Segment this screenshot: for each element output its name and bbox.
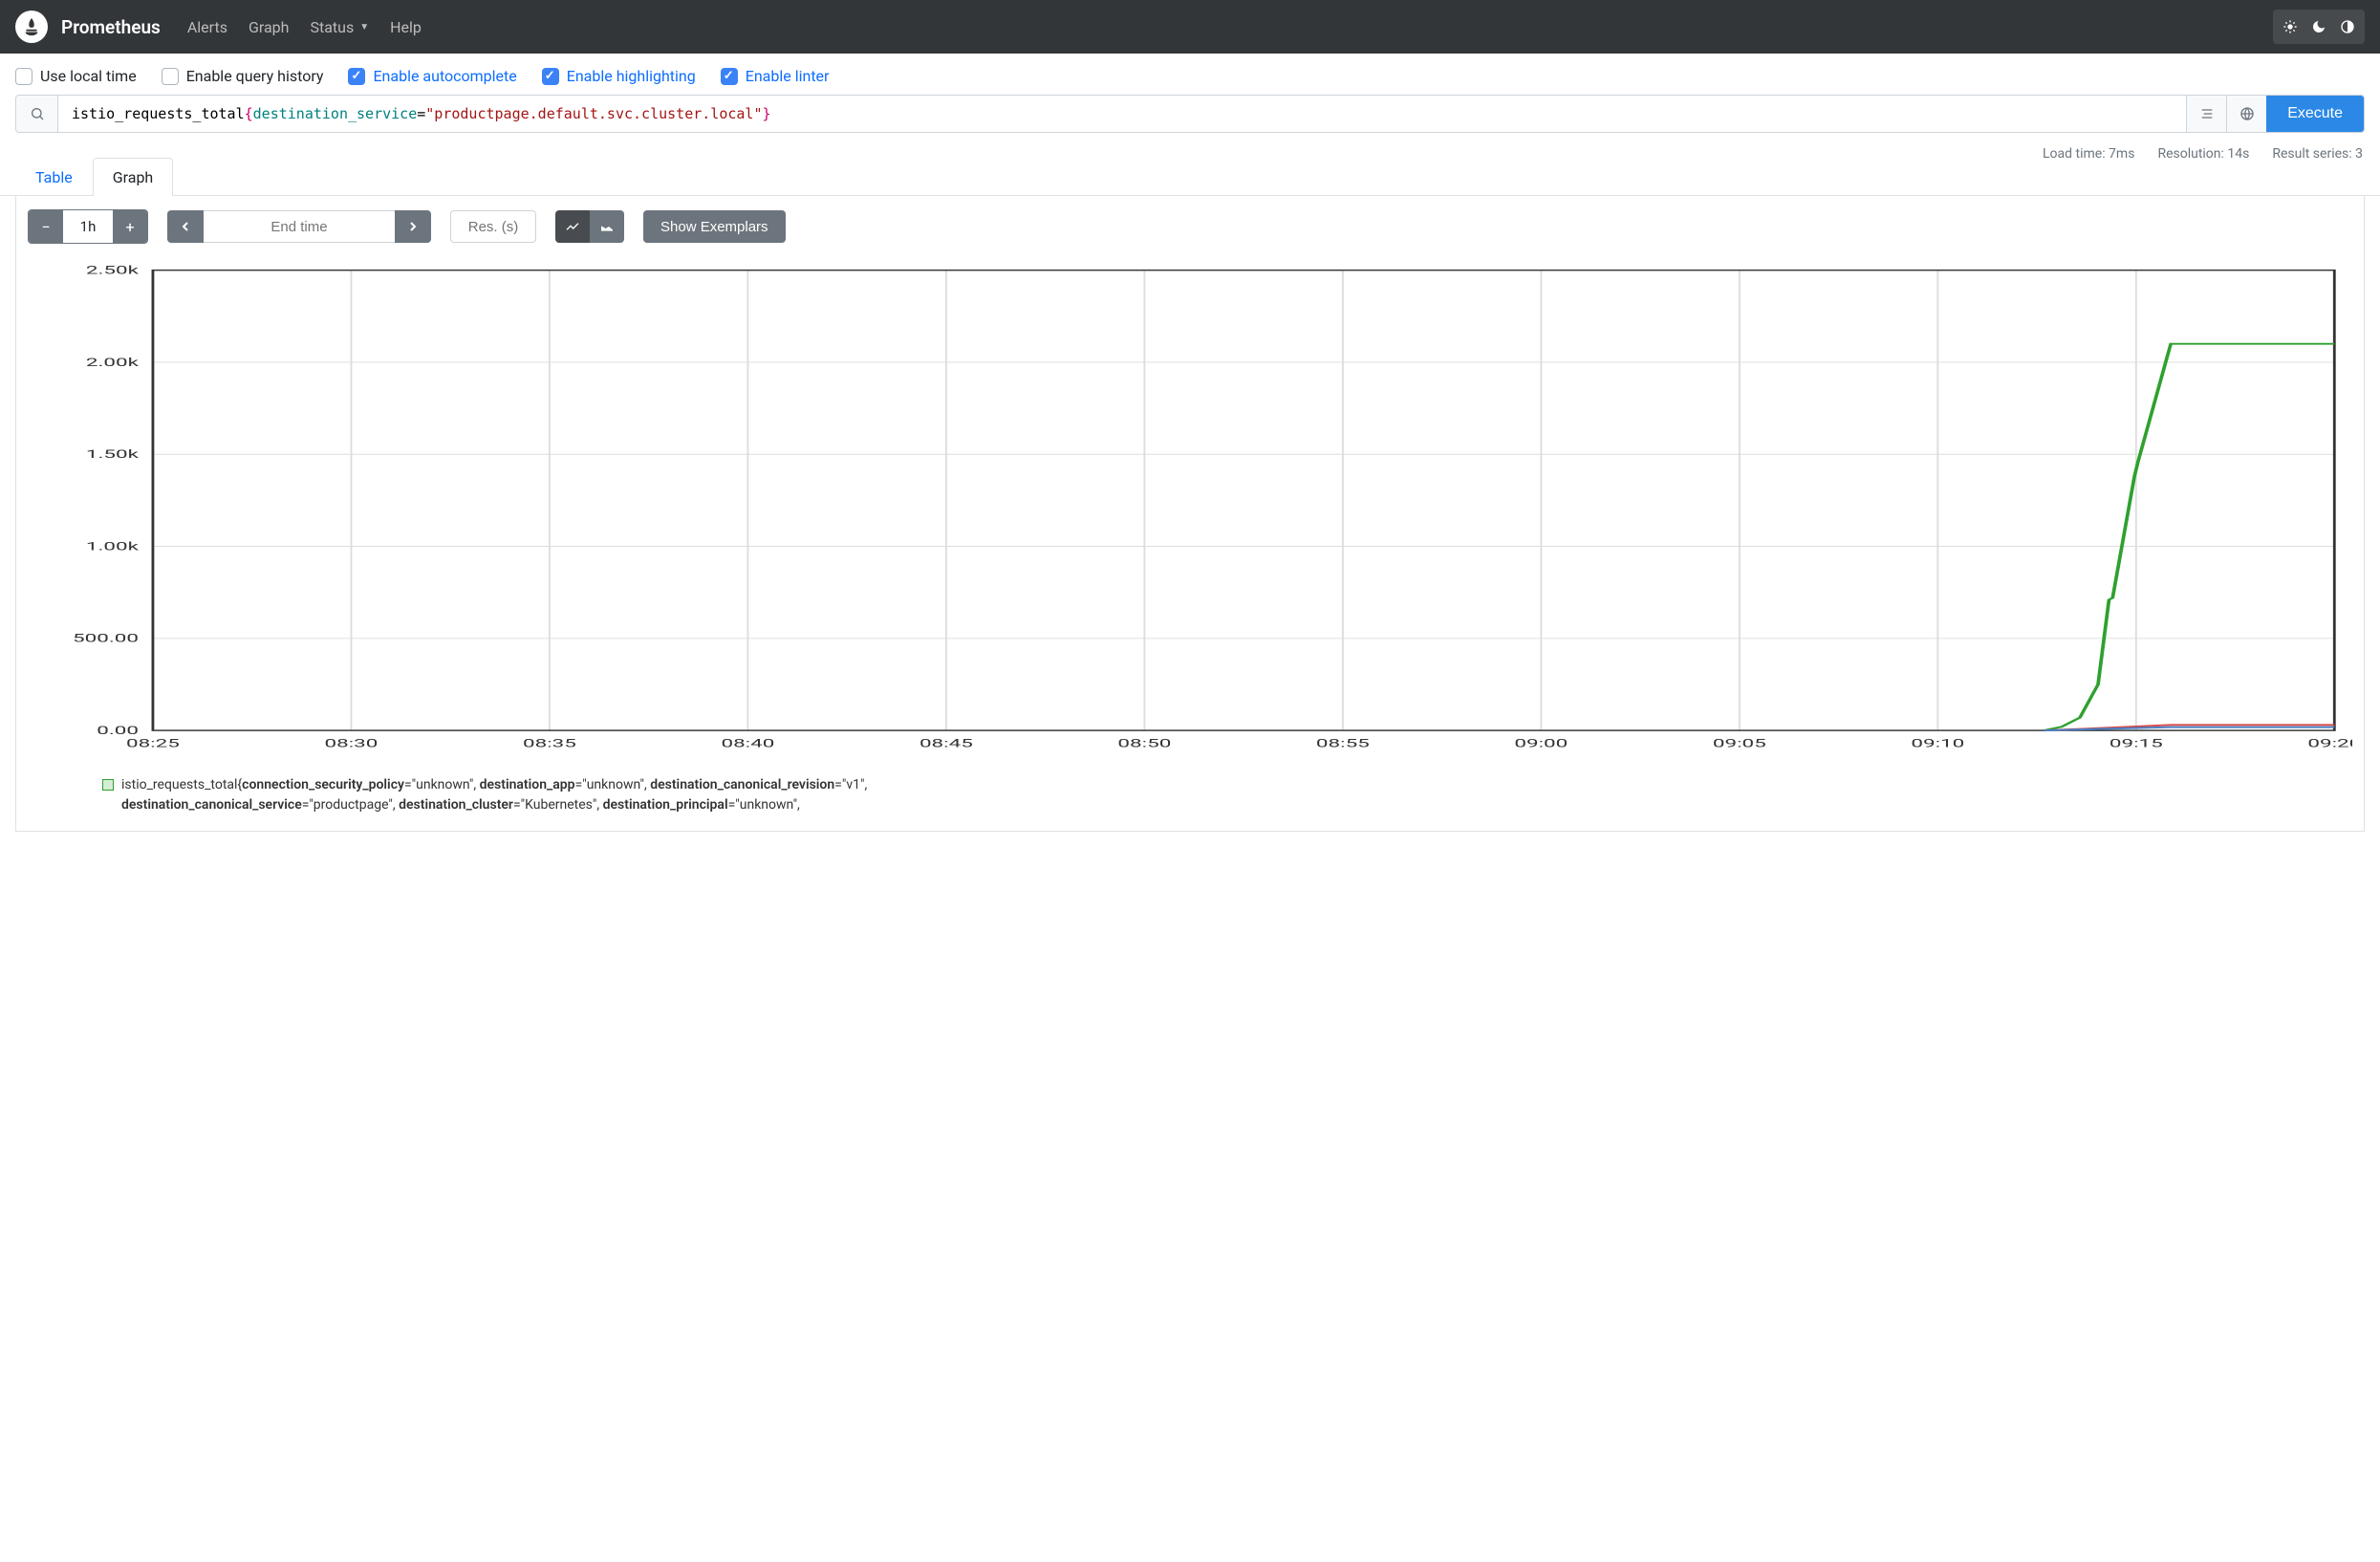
option-autocomplete[interactable]: Enable autocomplete (348, 67, 516, 85)
highlighting-label: Enable highlighting (567, 67, 696, 85)
nav-status-label: Status (310, 18, 354, 36)
option-linter[interactable]: Enable linter (721, 67, 830, 85)
svg-text:1.50k: 1.50k (86, 448, 140, 462)
svg-text:500.00: 500.00 (73, 632, 139, 645)
theme-dark-icon[interactable] (2305, 13, 2332, 40)
range-decrease-button[interactable]: − (29, 210, 63, 243)
query-metric: istio_requests_total (72, 105, 245, 122)
linter-checkbox[interactable] (721, 68, 738, 85)
svg-text:09:15: 09:15 (2110, 737, 2163, 750)
options-row: Use local time Enable query history Enab… (0, 54, 2380, 95)
svg-text:2.00k: 2.00k (86, 356, 140, 369)
legend-text: istio_requests_total{connection_security… (121, 775, 867, 815)
metrics-explorer-button[interactable] (2226, 96, 2266, 132)
svg-text:09:20: 09:20 (2307, 737, 2352, 750)
tab-graph[interactable]: Graph (93, 158, 174, 196)
theme-contrast-icon[interactable] (2334, 13, 2361, 40)
nav-graph[interactable]: Graph (249, 18, 290, 36)
theme-switcher (2273, 10, 2365, 44)
nav-help[interactable]: Help (390, 18, 422, 36)
svg-text:08:25: 08:25 (126, 737, 180, 750)
chart-type-line-icon[interactable] (555, 210, 590, 243)
svg-text:09:05: 09:05 (1713, 737, 1766, 750)
highlighting-checkbox[interactable] (542, 68, 559, 85)
legend: istio_requests_total{connection_security… (16, 762, 2364, 819)
chart-type-stacked-icon[interactable] (590, 210, 624, 243)
option-highlighting[interactable]: Enable highlighting (542, 67, 696, 85)
theme-light-icon[interactable] (2277, 13, 2304, 40)
graph-panel: − 1h + Show Exemplars 0.00 500.00 1.00k 1.5… (15, 196, 2365, 832)
range-increase-button[interactable]: + (113, 210, 147, 243)
autocomplete-checkbox[interactable] (348, 68, 365, 85)
local-time-label: Use local time (40, 67, 137, 85)
query-history-label: Enable query history (186, 67, 324, 85)
graph-toolbar: − 1h + Show Exemplars (16, 207, 2364, 253)
end-time-input[interactable] (204, 210, 395, 243)
svg-text:08:50: 08:50 (1117, 737, 1171, 750)
resolution-input[interactable] (450, 210, 536, 243)
prometheus-logo (15, 11, 48, 43)
svg-text:08:55: 08:55 (1316, 737, 1370, 750)
local-time-checkbox[interactable] (15, 68, 32, 85)
legend-row[interactable]: istio_requests_total{connection_security… (102, 775, 2278, 815)
time-back-button[interactable] (167, 210, 204, 243)
execute-button[interactable]: Execute (2266, 96, 2364, 132)
time-forward-button[interactable] (395, 210, 431, 243)
svg-text:08:40: 08:40 (721, 737, 774, 750)
autocomplete-label: Enable autocomplete (373, 67, 516, 85)
linter-label: Enable linter (746, 67, 830, 85)
option-local-time[interactable]: Use local time (15, 67, 137, 85)
end-time-group (167, 210, 431, 243)
chart[interactable]: 0.00 500.00 1.00k 1.50k 2.00k 2.50k 08:25 08:30… (28, 261, 2352, 758)
chevron-down-icon: ▼ (359, 22, 369, 33)
svg-text:08:45: 08:45 (920, 737, 973, 750)
range-value[interactable]: 1h (63, 210, 113, 243)
svg-text:1.00k: 1.00k (86, 540, 140, 553)
navbar: Prometheus Alerts Graph Status ▼ Help (0, 0, 2380, 54)
query-label-key: destination_service (253, 105, 418, 122)
svg-text:08:35: 08:35 (523, 737, 576, 750)
query-input[interactable]: istio_requests_total{destination_service… (58, 96, 2186, 132)
svg-text:09:10: 09:10 (1911, 737, 1964, 750)
nav-alerts[interactable]: Alerts (187, 18, 227, 36)
legend-swatch-icon (102, 779, 114, 791)
query-bar: istio_requests_total{destination_service… (15, 95, 2365, 133)
query-history-checkbox[interactable] (162, 68, 179, 85)
svg-text:08:30: 08:30 (325, 737, 379, 750)
status-load: Load time: 7ms (2043, 146, 2134, 162)
chart-type-group (555, 210, 624, 243)
svg-text:09:00: 09:00 (1514, 737, 1568, 750)
status-resolution: Resolution: 14s (2157, 146, 2249, 162)
brand-name: Prometheus (61, 16, 161, 38)
status-result: Result series: 3 (2272, 146, 2363, 162)
range-stepper: − 1h + (28, 209, 148, 244)
search-icon (16, 96, 58, 132)
format-button[interactable] (2186, 96, 2226, 132)
nav-status[interactable]: Status ▼ (310, 18, 369, 36)
svg-text:0.00: 0.00 (97, 725, 139, 738)
svg-text:2.50k: 2.50k (86, 264, 140, 277)
tab-table[interactable]: Table (15, 158, 93, 196)
show-exemplars-button[interactable]: Show Exemplars (643, 210, 786, 243)
option-query-history[interactable]: Enable query history (162, 67, 324, 85)
query-label-val: "productpage.default.svc.cluster.local" (425, 105, 762, 122)
tabs: Table Graph (0, 158, 2380, 196)
